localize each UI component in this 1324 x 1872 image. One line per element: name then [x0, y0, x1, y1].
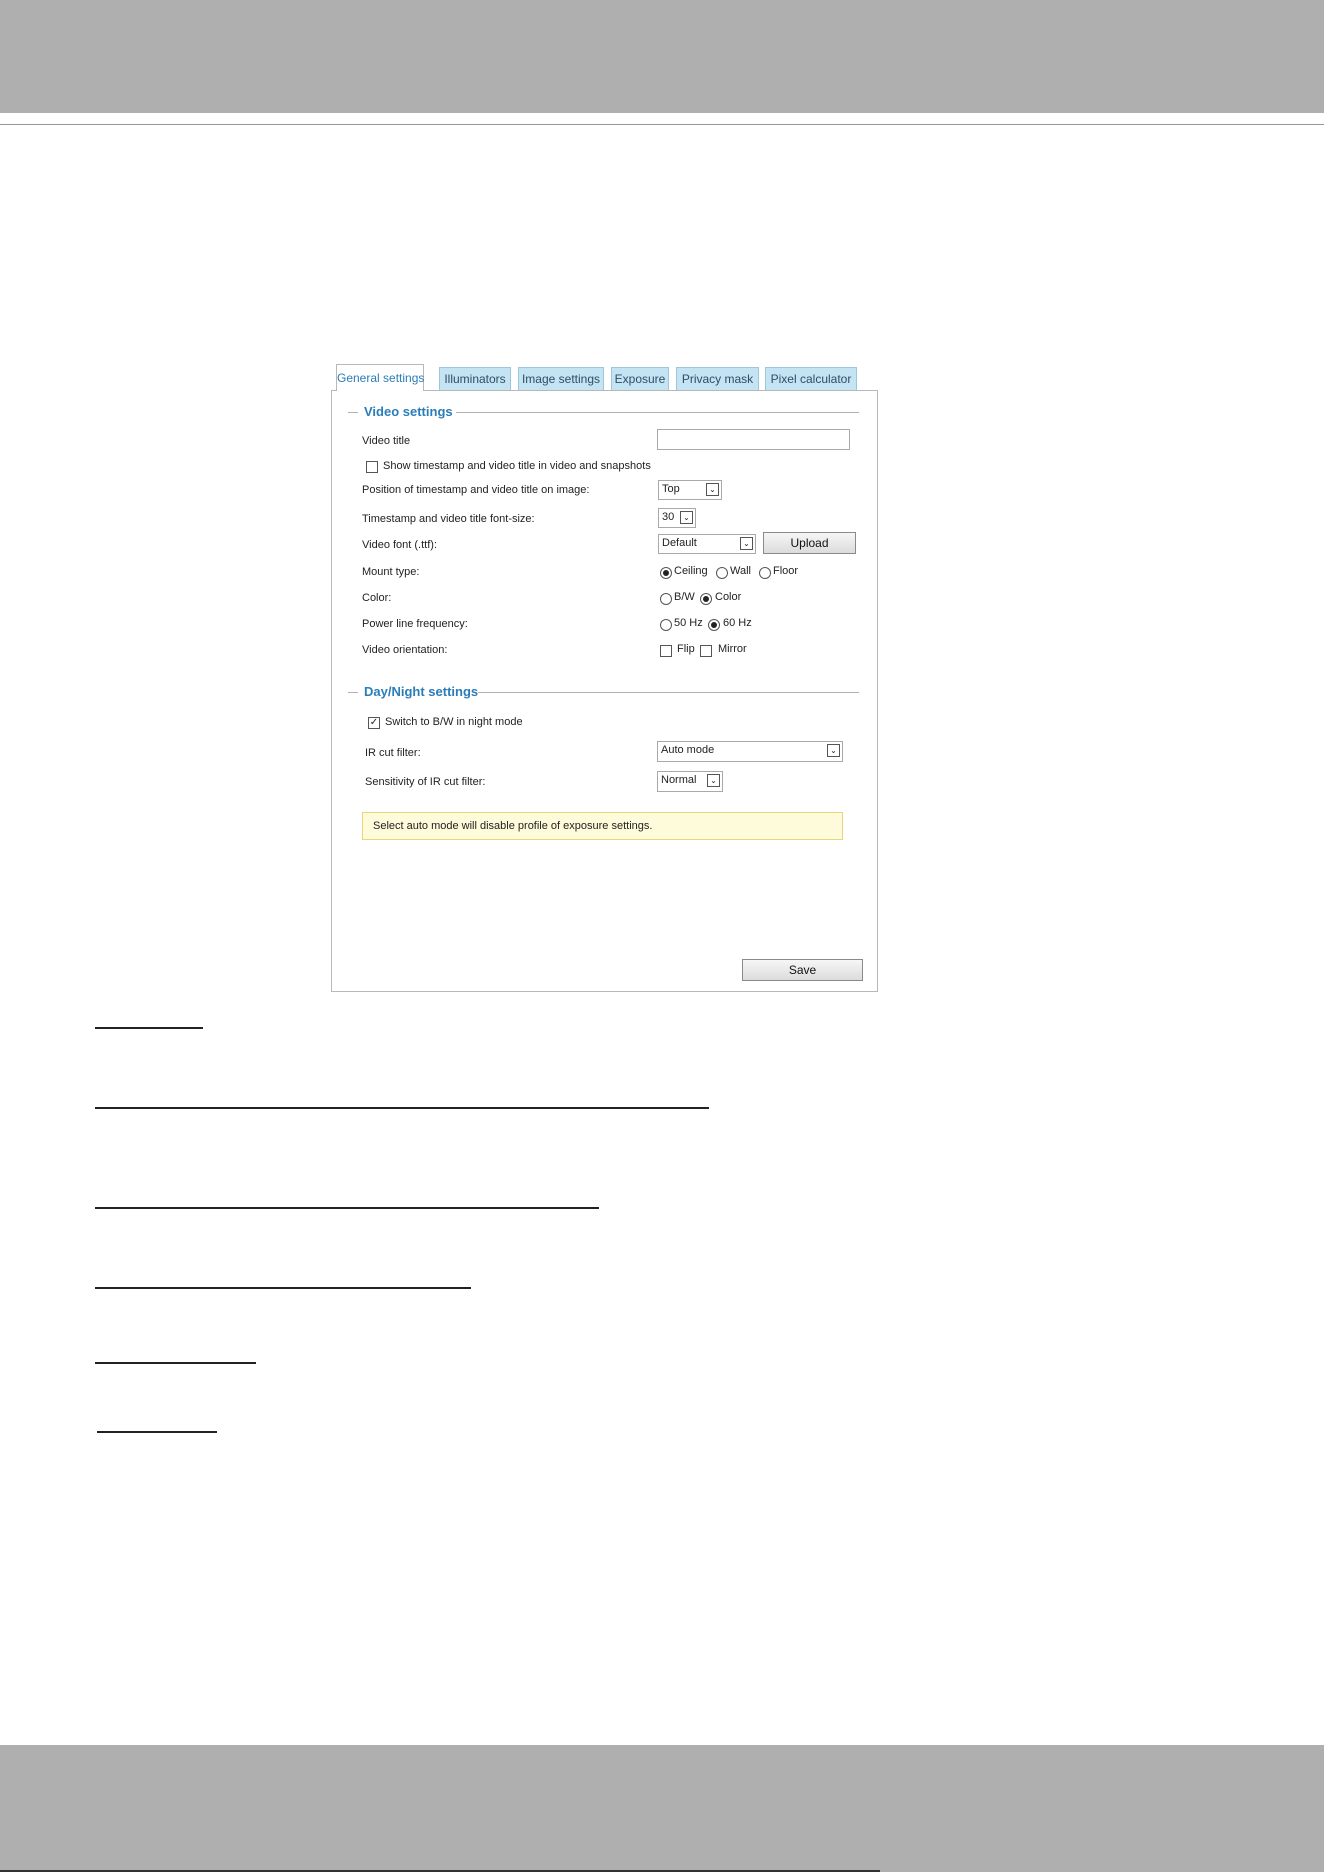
- color-bw-radio[interactable]: [660, 593, 672, 605]
- heading-underline: [95, 1207, 599, 1209]
- tab-privacy-mask[interactable]: Privacy mask: [676, 367, 759, 390]
- chevron-down-icon: ⌄: [740, 537, 753, 550]
- auto-mode-notice: Select auto mode will disable profile of…: [362, 812, 843, 840]
- color-color-radio[interactable]: [700, 593, 712, 605]
- position-select[interactable]: Top ⌄: [658, 480, 722, 500]
- switch-bw-label: Switch to B/W in night mode: [385, 716, 523, 728]
- video-title-label: Video title: [362, 435, 411, 447]
- mount-floor-radio[interactable]: [759, 567, 771, 579]
- mirror-checkbox[interactable]: [700, 645, 712, 657]
- tab-bar: General settings Illuminators Image sett…: [331, 364, 878, 391]
- position-select-value: Top: [662, 483, 680, 495]
- show-timestamp-label: Show timestamp and video title in video …: [383, 460, 651, 472]
- day-night-settings-legend: Day/Night settings: [364, 684, 479, 699]
- switch-bw-checkbox[interactable]: ✓: [368, 717, 380, 729]
- upload-button[interactable]: Upload: [763, 532, 856, 554]
- header-rule: [0, 124, 1324, 125]
- heading-underline: [97, 1431, 217, 1433]
- page-footer-band: [0, 1745, 1324, 1872]
- heading-underline: [95, 1362, 256, 1364]
- mount-ceiling-radio[interactable]: [660, 567, 672, 579]
- ir-cut-select-value: Auto mode: [661, 744, 715, 756]
- mount-floor-label: Floor: [773, 565, 799, 577]
- sensitivity-select-value: Normal: [661, 774, 697, 786]
- tab-image-settings[interactable]: Image settings: [518, 367, 604, 390]
- legend-line-right: [478, 692, 859, 693]
- check-icon: ✓: [369, 717, 379, 728]
- color-color-label: Color: [715, 591, 742, 603]
- ir-cut-label: IR cut filter:: [365, 747, 421, 759]
- sensitivity-label: Sensitivity of IR cut filter:: [365, 776, 486, 788]
- video-font-select[interactable]: Default ⌄: [658, 534, 756, 554]
- general-settings-panel: Video settings Video title Show timestam…: [331, 390, 878, 992]
- mirror-label: Mirror: [718, 643, 747, 655]
- font-size-select-value: 30: [662, 511, 675, 523]
- chevron-down-icon: ⌄: [707, 774, 720, 787]
- show-timestamp-checkbox[interactable]: [366, 461, 378, 473]
- mount-wall-label: Wall: [730, 565, 751, 577]
- mount-wall-radio[interactable]: [716, 567, 728, 579]
- mount-type-label: Mount type:: [362, 566, 420, 578]
- ir-cut-select[interactable]: Auto mode ⌄: [657, 741, 843, 762]
- mount-ceiling-label: Ceiling: [674, 565, 708, 577]
- legend-line-right: [456, 412, 859, 413]
- video-title-input[interactable]: [657, 429, 850, 450]
- power-60hz-label: 60 Hz: [723, 617, 752, 629]
- power-50hz-radio[interactable]: [660, 619, 672, 631]
- save-button[interactable]: Save: [742, 959, 863, 981]
- tab-exposure[interactable]: Exposure: [611, 367, 669, 390]
- tab-illuminators[interactable]: Illuminators: [439, 367, 511, 390]
- color-label: Color:: [362, 592, 392, 604]
- font-size-select[interactable]: 30 ⌄: [658, 508, 696, 528]
- power-60hz-radio[interactable]: [708, 619, 720, 631]
- camera-settings-window: General settings Illuminators Image sett…: [331, 364, 878, 992]
- position-label: Position of timestamp and video title on…: [362, 484, 590, 496]
- flip-checkbox[interactable]: [660, 645, 672, 657]
- orientation-label: Video orientation:: [362, 644, 448, 656]
- flip-label: Flip: [677, 643, 695, 655]
- legend-line-left: [348, 692, 358, 693]
- video-font-select-value: Default: [662, 537, 697, 549]
- power-line-label: Power line frequency:: [362, 618, 468, 630]
- legend-line-left: [348, 412, 358, 413]
- chevron-down-icon: ⌄: [827, 744, 840, 757]
- chevron-down-icon: ⌄: [706, 483, 719, 496]
- sensitivity-select[interactable]: Normal ⌄: [657, 771, 723, 792]
- color-bw-label: B/W: [674, 591, 695, 603]
- tab-general-settings[interactable]: General settings: [336, 364, 424, 391]
- video-settings-legend: Video settings: [364, 404, 453, 419]
- chevron-down-icon: ⌄: [680, 511, 693, 524]
- video-font-label: Video font (.ttf):: [362, 539, 438, 551]
- tab-pixel-calculator[interactable]: Pixel calculator: [765, 367, 857, 390]
- heading-underline: [95, 1027, 203, 1029]
- heading-underline: [95, 1107, 709, 1109]
- heading-underline: [95, 1287, 471, 1289]
- font-size-label: Timestamp and video title font-size:: [362, 513, 535, 525]
- power-50hz-label: 50 Hz: [674, 617, 703, 629]
- page-header-band: [0, 0, 1324, 113]
